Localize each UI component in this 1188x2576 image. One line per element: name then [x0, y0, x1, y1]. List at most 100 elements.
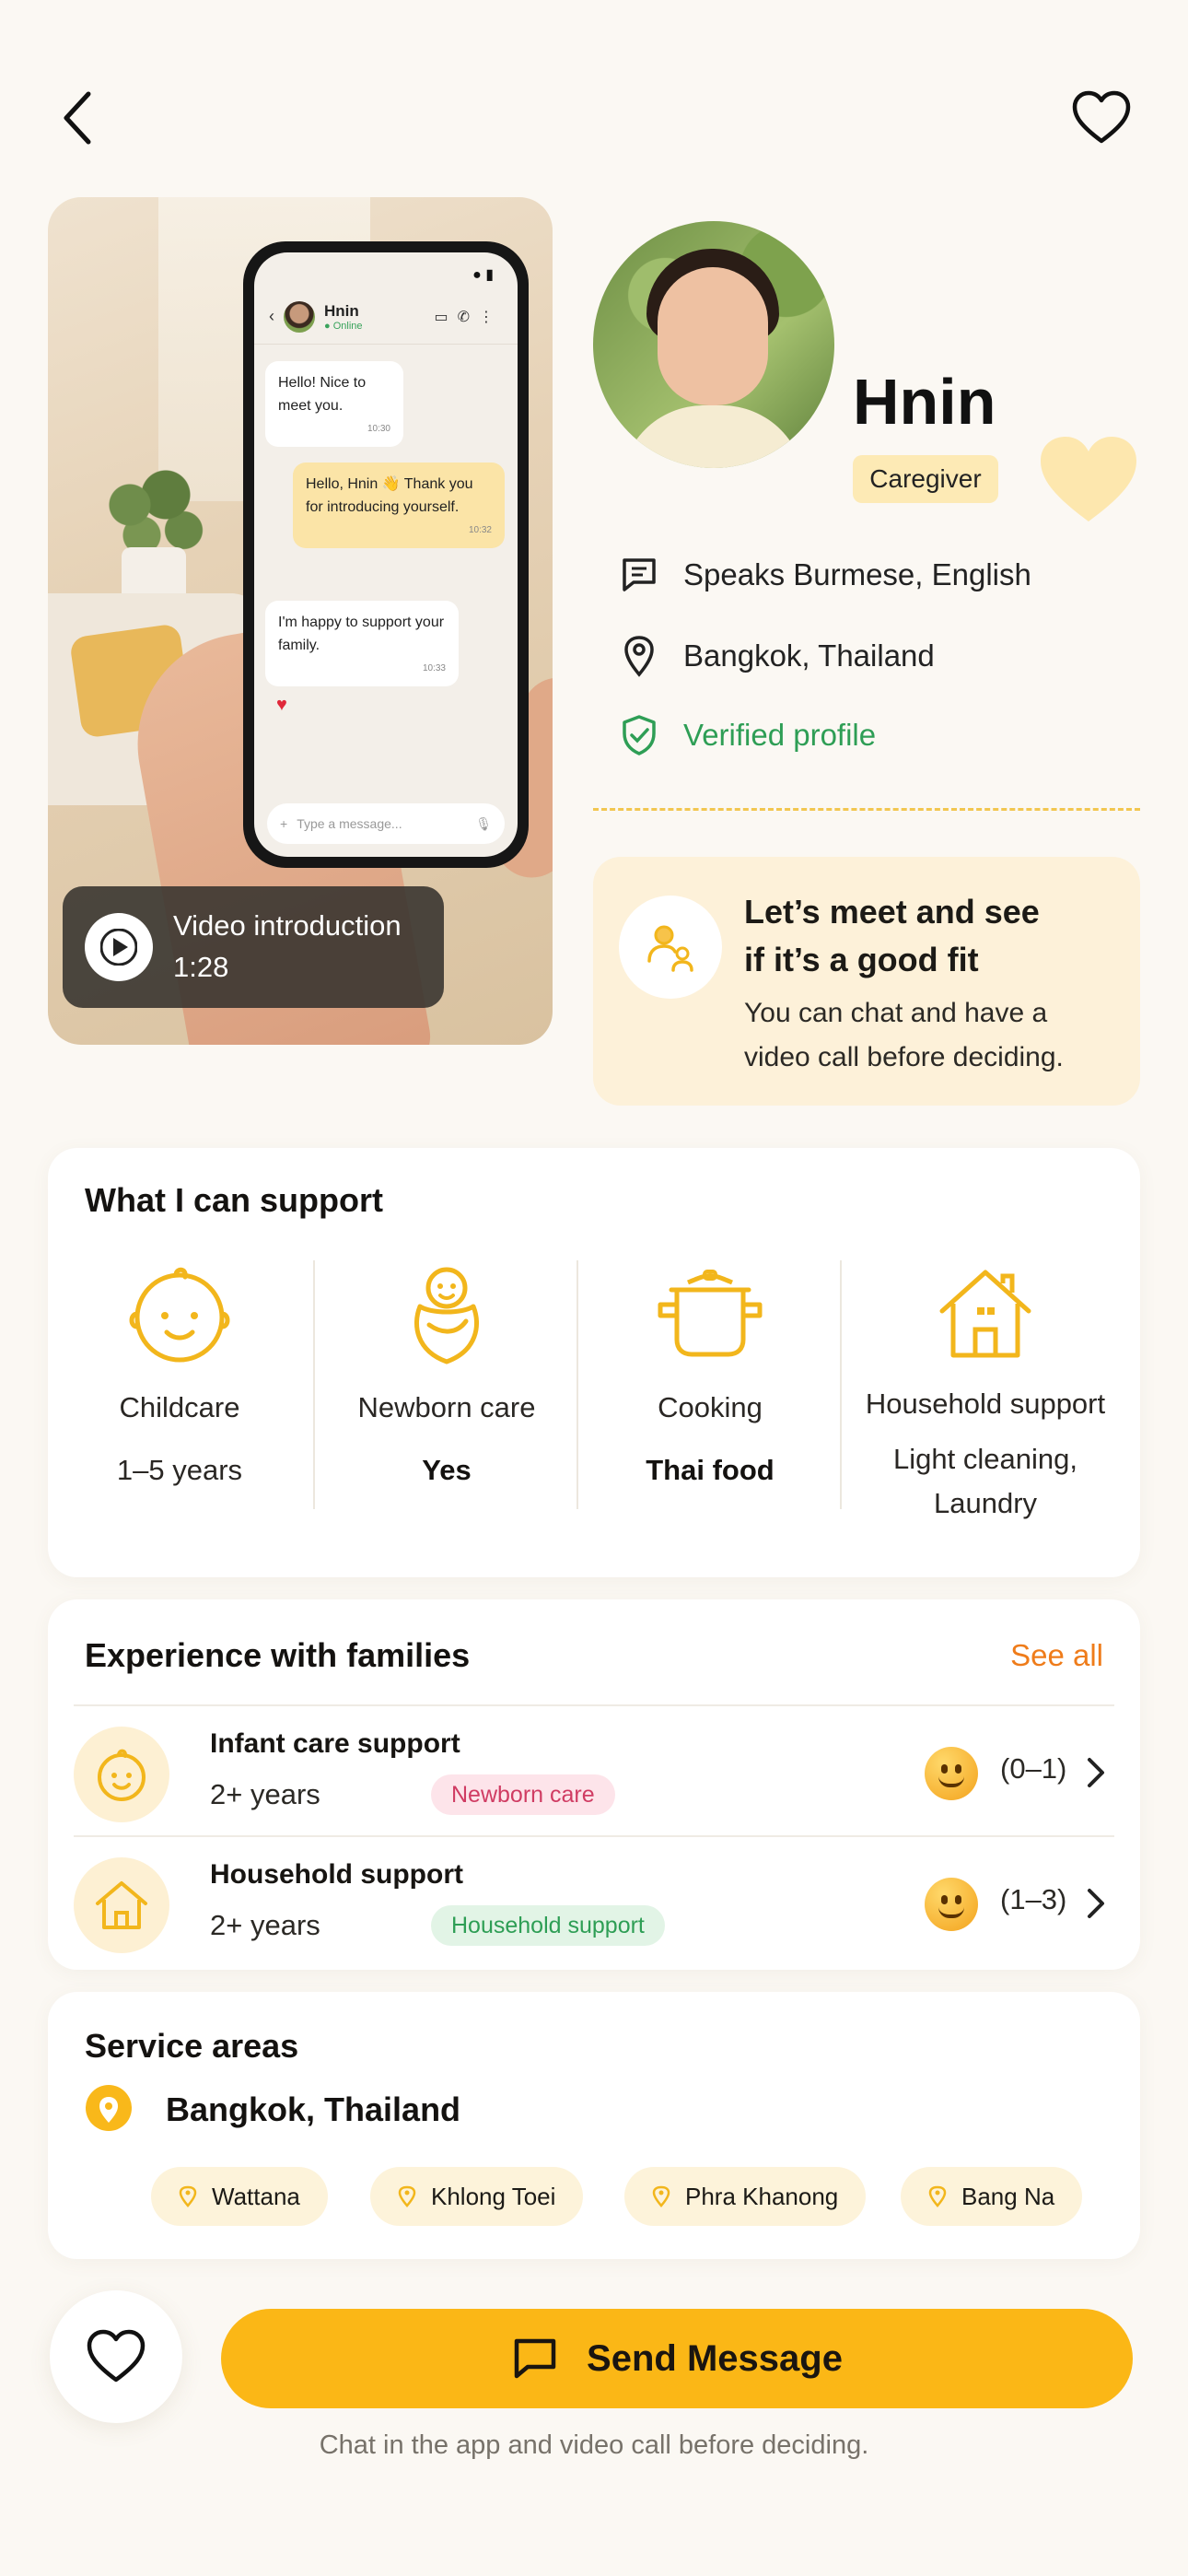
support-value: Yes [422, 1454, 472, 1486]
send-message-button[interactable]: Send Message [221, 2309, 1133, 2408]
location-pin-icon [624, 636, 654, 677]
area-chip[interactable]: Khlong Toei [370, 2167, 584, 2226]
phone-status-bar: ● ▮ [472, 267, 494, 283]
house-icon [96, 1881, 147, 1929]
chat-bubble-1: Hello! Nice to meet you. 10:30 [265, 361, 403, 448]
support-title: What I can support [85, 1181, 383, 1219]
area-chip[interactable]: Phra Khanong [624, 2167, 867, 2226]
experience-row-infant[interactable]: Infant care support 2+ years Newborn car… [74, 1704, 1114, 1833]
meet-title-line2: if it’s a good fit [744, 941, 979, 979]
chevron-right-icon [1085, 1887, 1107, 1925]
chat-status-text: Online [332, 320, 363, 332]
meet-icon-circle [619, 896, 722, 999]
chat-message-input: + Type a message... 🎙 [267, 803, 505, 844]
baby-face-icon [98, 1749, 146, 1801]
child-face-icon [129, 1267, 230, 1363]
location-row: Bangkok, Thailand [619, 634, 935, 678]
support-value-line2: Laundry [933, 1487, 1038, 1520]
play-button[interactable] [85, 913, 153, 981]
languages-row: Speaks Burmese, English [619, 555, 1031, 595]
service-areas-card: Service areas Bangkok, Thailand Wattana … [48, 1992, 1140, 2259]
heart-outline-icon [87, 2329, 146, 2383]
location-pin-icon [928, 2185, 947, 2207]
meet-title-line1: Let’s meet and see [744, 893, 1040, 931]
plus-icon: + [280, 816, 288, 831]
service-areas-title: Service areas [85, 2027, 299, 2065]
baby-icon [414, 1267, 479, 1364]
chat-bubble-2: Hello, Hnin 👋 Thank you for introducing … [293, 463, 505, 549]
photo-shirt [621, 405, 805, 468]
chevron-left-icon [64, 91, 91, 145]
experience-tag: Household support [431, 1905, 665, 1946]
meet-sub-line2: video call before deciding. [744, 1042, 1064, 1072]
support-value-line1: Light cleaning, [893, 1443, 1077, 1475]
support-label: Cooking [658, 1391, 763, 1423]
support-value: Light cleaning, Laundry [847, 1437, 1124, 1526]
location-text: Bangkok, Thailand [683, 638, 935, 673]
support-label: Childcare [119, 1391, 240, 1423]
video-info: Video introduction 1:28 [173, 906, 402, 989]
verified-row: Verified profile [619, 713, 876, 757]
chat-bubble-icon [623, 558, 656, 591]
video-play-pill[interactable]: Video introduction 1:28 [63, 886, 444, 1008]
photo-face [658, 267, 768, 405]
chat-contact-name: Hnin [324, 301, 359, 320]
area-chip[interactable]: Bang Na [901, 2167, 1083, 2226]
chat-contact-status: ● Online [324, 320, 363, 332]
video-intro-card[interactable]: ● ▮ ‹ Hnin ● Online ▭✆⋮ Hello! Nice to m… [48, 197, 553, 1045]
chat-bubble-text: I'm happy to support your family. [278, 615, 445, 653]
dashed-divider [593, 808, 1140, 811]
send-message-label: Send Message [587, 2337, 843, 2379]
experience-years: 2+ years [210, 1909, 320, 1941]
experience-age-range: (1–3) [1000, 1883, 1067, 1915]
exp-icon-circle [74, 1727, 169, 1822]
play-icon [100, 929, 137, 966]
back-button[interactable] [41, 81, 114, 155]
see-all-link[interactable]: See all [1010, 1638, 1103, 1673]
experience-card: Experience with families See all Infant … [48, 1599, 1140, 1970]
service-area-main-text: Bangkok, Thailand [166, 2090, 461, 2128]
smiley-icon [925, 1747, 978, 1800]
area-chip[interactable]: Wattana [151, 2167, 328, 2226]
location-pin-icon [652, 2185, 670, 2207]
meet-subtitle: You can chat and have a video call befor… [744, 991, 1064, 1080]
chat-bubble-time: 10:33 [422, 662, 446, 673]
support-value: Thai food [646, 1454, 775, 1486]
meet-fit-card: Let’s meet and see if it’s a good fit Yo… [593, 857, 1140, 1106]
smiley-icon [925, 1878, 978, 1931]
chat-bubble-3: I'm happy to support your family. 10:33 [265, 601, 459, 687]
chat-heart-reaction-icon: ♥ [276, 695, 287, 715]
meet-title: Let’s meet and see if it’s a good fit [744, 888, 1040, 984]
experience-row-household[interactable]: Household support 2+ years Household sup… [74, 1835, 1114, 1964]
chat-bubble-time: 10:30 [367, 423, 390, 434]
message-icon [514, 2338, 556, 2379]
chat-back-icon: ‹ [269, 307, 274, 325]
chat-header: ‹ Hnin ● Online ▭✆⋮ [254, 289, 518, 345]
experience-title-text: Infant care support [210, 1728, 460, 1759]
support-item-newborn: Newborn care Yes [315, 1259, 578, 1493]
support-card: What I can support Childcare 1–5 years N… [48, 1148, 1140, 1577]
mic-icon: 🎙 [475, 815, 492, 831]
languages-text: Speaks Burmese, English [683, 557, 1031, 591]
experience-title: Experience with families [85, 1636, 471, 1674]
phone-mockup: ● ▮ ‹ Hnin ● Online ▭✆⋮ Hello! Nice to m… [243, 241, 529, 868]
favorite-button-top[interactable] [1065, 81, 1138, 155]
location-pin-icon [398, 2185, 416, 2207]
shield-check-icon [623, 715, 656, 755]
area-chip-label: Phra Khanong [685, 2182, 839, 2210]
experience-tag: Newborn care [431, 1774, 615, 1815]
house-icon [939, 1270, 1031, 1358]
chat-avatar [284, 300, 315, 333]
experience-title-text: Household support [210, 1859, 463, 1890]
chat-bubble-text: Hello, Hnin 👋 Thank you for introducing … [306, 476, 473, 515]
video-duration: 1:28 [173, 951, 229, 983]
meet-sub-line1: You can chat and have a [744, 998, 1048, 1028]
chat-bubble-time: 10:32 [468, 524, 492, 535]
chevron-right-icon [1085, 1756, 1107, 1794]
chat-input-placeholder: Type a message... [297, 816, 402, 831]
favorite-button[interactable] [50, 2290, 182, 2423]
support-label: Household support [865, 1388, 1106, 1420]
video-label: Video introduction [173, 909, 402, 943]
experience-age-range: (0–1) [1000, 1752, 1067, 1785]
area-chip-label: Bang Na [961, 2182, 1055, 2210]
